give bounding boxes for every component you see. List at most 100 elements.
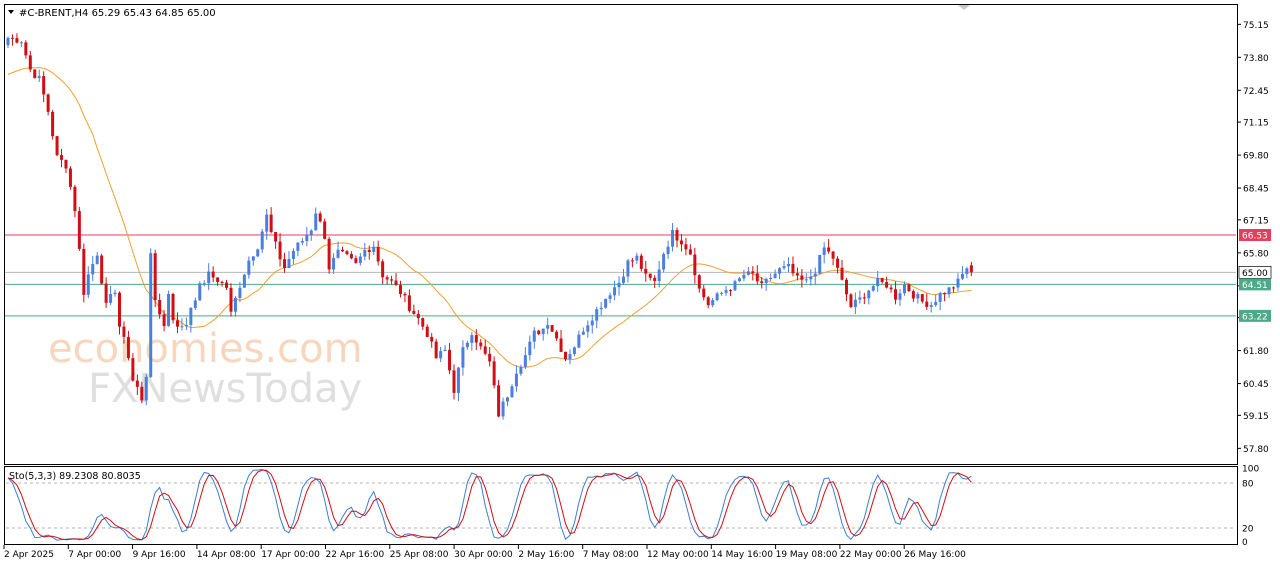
candle-body — [247, 260, 251, 275]
candle-body — [149, 253, 153, 377]
y-tick-label: 59.15 — [1243, 412, 1269, 422]
x-tick-label: 17 Apr 00:00 — [261, 550, 320, 560]
price-level-tag-text: 63.22 — [1242, 312, 1268, 322]
candle-body — [858, 297, 862, 300]
candle-body — [28, 55, 32, 70]
candle-body — [323, 221, 327, 239]
candle-body — [153, 253, 157, 300]
candle-body — [10, 37, 14, 39]
candle-body — [604, 298, 608, 308]
candle-body — [568, 354, 572, 360]
candle-body — [140, 386, 144, 401]
candle-body — [960, 273, 964, 279]
candle-body — [385, 277, 389, 280]
candle-body — [15, 38, 19, 43]
candle-body — [171, 293, 175, 321]
candle-body — [202, 283, 206, 285]
x-tick-label: 2 Apr 2025 — [4, 550, 54, 560]
candle-body — [737, 278, 741, 282]
candle-body — [109, 294, 113, 303]
candle-body — [443, 349, 447, 352]
candle-body — [626, 260, 630, 277]
candle-body — [376, 247, 380, 262]
candle-body — [439, 351, 443, 359]
candle-body — [697, 275, 701, 289]
x-tick-label: 9 Apr 16:00 — [133, 550, 186, 560]
chart-svg: economies.com FXNewsToday 75.1573.8072.4… — [3, 4, 1272, 560]
candle-body — [506, 397, 510, 402]
candle-body — [586, 325, 590, 332]
candle-body — [274, 232, 278, 242]
candle-body — [617, 282, 621, 288]
candle-body — [934, 301, 938, 306]
candle-body — [778, 268, 782, 274]
candle-body — [853, 299, 857, 308]
candle-body — [662, 254, 666, 270]
stochastic-scale-label: 0 — [1242, 538, 1248, 548]
candle-body — [135, 380, 139, 387]
candle-body — [880, 277, 884, 283]
candle-body — [581, 331, 585, 335]
candle-body — [46, 94, 50, 112]
candle-body — [537, 330, 541, 335]
x-tick-label: 12 May 00:00 — [647, 550, 709, 560]
candle-body — [296, 242, 300, 251]
candle-body — [648, 273, 652, 278]
candle-body — [528, 341, 532, 356]
candle-body — [952, 287, 956, 289]
candle-body — [251, 256, 255, 261]
candle-body — [911, 291, 915, 299]
x-tick-label: 7 Apr 00:00 — [68, 550, 121, 560]
x-tick-label: 22 May 00:00 — [840, 550, 902, 560]
candle-body — [242, 274, 246, 288]
candle-body — [434, 341, 438, 359]
candle-body — [746, 271, 750, 275]
candle-body — [666, 246, 670, 255]
candle-body — [546, 325, 550, 329]
candle-body — [216, 277, 220, 282]
candle-body — [492, 361, 496, 386]
candle-body — [474, 335, 478, 343]
candle-body — [483, 346, 487, 354]
candle-body — [238, 287, 242, 298]
candle-body — [769, 277, 773, 279]
candle-body — [51, 111, 55, 137]
candle-body — [653, 277, 657, 281]
candle-body — [711, 300, 715, 306]
candle-body — [162, 314, 166, 326]
candle-body — [42, 76, 46, 95]
candle-body — [19, 42, 23, 44]
candle-body — [733, 281, 737, 291]
candle-body — [269, 214, 273, 233]
candle-body — [479, 342, 483, 347]
candle-body — [167, 293, 171, 326]
candle-body — [715, 293, 719, 301]
candle-body — [590, 320, 594, 326]
price-level-tag-text: 65.00 — [1242, 269, 1268, 279]
candle-body — [33, 69, 37, 79]
y-tick-label: 65.80 — [1243, 249, 1269, 259]
y-tick-label: 60.45 — [1243, 380, 1269, 390]
candle-body — [541, 328, 545, 335]
candle-body — [118, 292, 121, 327]
stochastic-scale-label: 80 — [1242, 480, 1254, 490]
candle-body — [100, 255, 104, 284]
candle-body — [430, 336, 434, 342]
candle-body — [510, 386, 514, 398]
candle-body — [635, 255, 639, 261]
candle-body — [844, 279, 848, 295]
candle-body — [82, 248, 86, 295]
candle-body — [595, 309, 599, 321]
candle-body — [742, 274, 746, 279]
candle-body — [729, 290, 733, 292]
candle-body — [572, 347, 576, 355]
candle-body — [220, 281, 224, 283]
candle-body — [225, 282, 229, 288]
candle-body — [184, 324, 188, 327]
candle-body — [497, 385, 501, 417]
candle-body — [782, 266, 786, 269]
candle-body — [354, 258, 358, 263]
candle-body — [260, 231, 264, 250]
candle-body — [60, 155, 64, 160]
x-tick-label: 14 May 16:00 — [711, 550, 773, 560]
